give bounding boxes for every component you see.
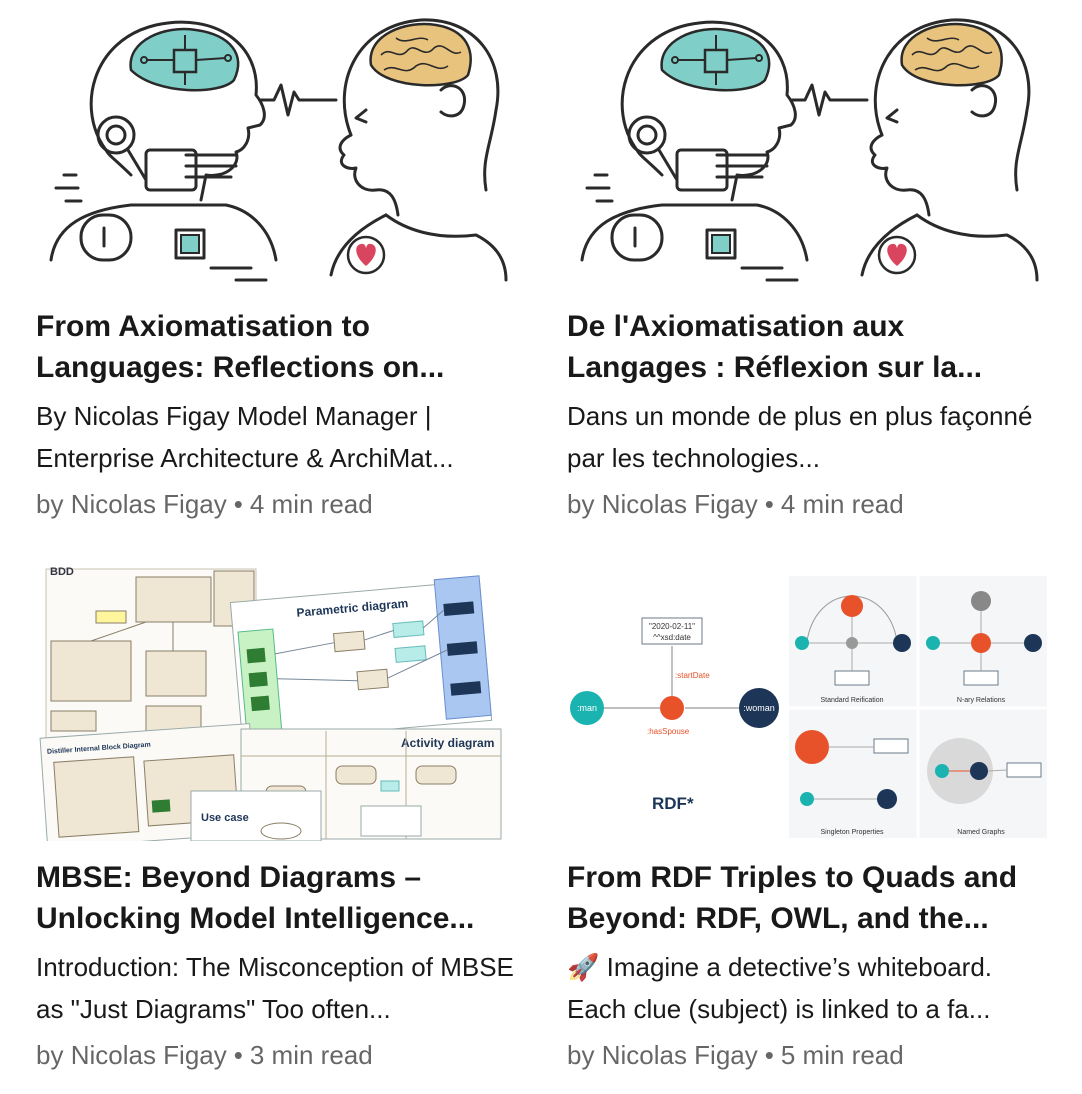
rdf-star-title: RDF* xyxy=(652,794,694,813)
article-description: Dans un monde de plus en plus façonné pa… xyxy=(567,401,1033,473)
read-time: 4 min read xyxy=(249,489,373,519)
article-description: By Nicolas Figay Model Manager | Enterpr… xyxy=(36,401,454,473)
author-link[interactable]: Nicolas Figay xyxy=(71,489,227,519)
by-prefix: by xyxy=(567,489,595,519)
article-title[interactable]: From Axiomatisation to Languages: Reflec… xyxy=(36,306,514,388)
article-meta: by Nicolas Figay • 3 min read xyxy=(36,1037,514,1073)
article-title[interactable]: MBSE: Beyond Diagrams – Unlocking Model … xyxy=(36,857,514,939)
singleton-properties-label: Singleton Properties xyxy=(820,829,884,836)
read-time: 4 min read xyxy=(780,489,904,519)
author-link[interactable]: Nicolas Figay xyxy=(602,1040,758,1070)
article-description: 🚀 Imagine a detective’s whiteboard. Each… xyxy=(567,952,993,1024)
nary-relations-label: N-ary Relations xyxy=(957,697,1006,704)
has-spouse-label: :hasSpouse xyxy=(647,727,690,736)
by-prefix: by xyxy=(36,1040,64,1070)
article-meta: by Nicolas Figay • 5 min read xyxy=(567,1037,1045,1073)
read-time: 5 min read xyxy=(780,1040,904,1070)
meta-separator: • xyxy=(764,1040,774,1070)
article-description: Introduction: The Misconception of MBSE … xyxy=(36,952,514,1024)
by-prefix: by xyxy=(36,489,64,519)
article-grid: From Axiomatisation to Languages: Reflec… xyxy=(0,0,1082,1094)
standard-reification-label: Standard Reification xyxy=(820,697,883,704)
man-node: :man xyxy=(577,703,597,713)
ai-human-thumbnail[interactable] xyxy=(36,0,516,290)
sysml-diagrams-thumbnail[interactable]: BDD Parametric diagram Distiller Interna… xyxy=(36,551,516,841)
meta-separator: • xyxy=(233,489,243,519)
by-prefix: by xyxy=(567,1040,595,1070)
read-time: 3 min read xyxy=(249,1040,373,1070)
date-type: ^^xsd:date xyxy=(653,633,691,642)
article-meta: by Nicolas Figay • 4 min read xyxy=(567,486,1045,522)
meta-separator: • xyxy=(764,489,774,519)
named-graphs-label: Named Graphs xyxy=(957,829,1005,836)
date-literal: "2020-02-11" xyxy=(649,622,695,631)
activity-label: Activity diagram xyxy=(401,736,494,750)
bdd-label: BDD xyxy=(50,566,74,578)
woman-node: :woman xyxy=(743,703,775,713)
meta-separator: • xyxy=(233,1040,243,1070)
article-title[interactable]: De l'Axiomatisation aux Langages : Réfle… xyxy=(567,306,1045,388)
start-date-label: :startDate xyxy=(675,671,710,680)
author-link[interactable]: Nicolas Figay xyxy=(602,489,758,519)
author-link[interactable]: Nicolas Figay xyxy=(71,1040,227,1070)
ai-human-thumbnail[interactable] xyxy=(567,0,1047,290)
rdf-diagrams-thumbnail[interactable]: "2020-02-11" ^^xsd:date :startDate :man … xyxy=(567,551,1047,841)
article-title[interactable]: From RDF Triples to Quads and Beyond: RD… xyxy=(567,857,1045,939)
usecase-label: Use case xyxy=(201,812,249,824)
article-meta: by Nicolas Figay • 4 min read xyxy=(36,486,514,522)
